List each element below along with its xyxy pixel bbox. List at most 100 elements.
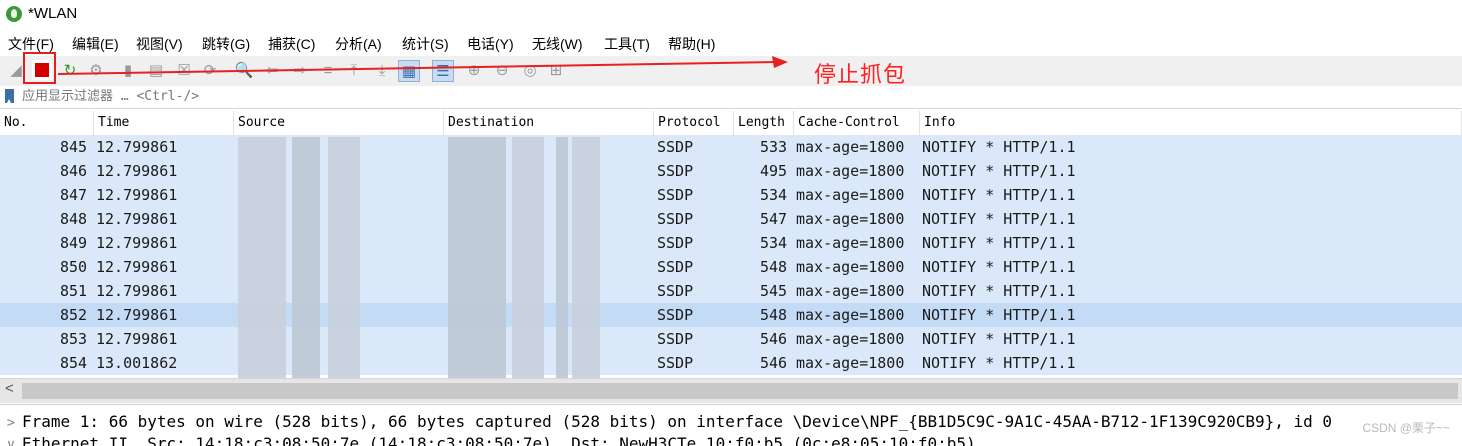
packet-row[interactable]: 845 12.799861 SSDP 533 max-age=1800 NOTIFY * … [0,135,1462,159]
detail-text: Ethernet II, Src: 14:18:c3:08:50:7e (14:… [22,434,976,446]
column-header-length[interactable]: Length [734,111,794,135]
packet-time: 13.001862 [96,354,178,372]
packet-no: 851 [60,282,88,300]
chevron-down-icon[interactable]: ∨ [0,434,22,446]
packet-row[interactable]: 846 12.799861 SSDP 495 max-age=1800 NOTIFY * … [0,159,1462,183]
redacted-address-block [512,137,544,385]
column-header-time[interactable]: Time [94,111,234,135]
horizontal-scrollbar[interactable]: < [0,378,1462,403]
go-forward-icon[interactable]: ⇨ [290,60,310,80]
packet-row[interactable]: 848 12.799861 SSDP 547 max-age=1800 NOTIFY * … [0,207,1462,231]
packet-row[interactable]: 847 12.799861 SSDP 534 max-age=1800 NOTIFY * … [0,183,1462,207]
detail-tree-item[interactable]: ∨ Ethernet II, Src: 14:18:c3:08:50:7e (14… [0,433,976,446]
menu-item-3[interactable]: 跳转(G) [202,34,250,54]
menu-item-5[interactable]: 分析(A) [335,34,382,54]
column-header-source[interactable]: Source [234,111,444,135]
open-file-icon[interactable]: ▮ [118,60,138,80]
close-file-icon[interactable]: ☒ [174,60,194,80]
packet-row[interactable]: 852 12.799861 SSDP 548 max-age=1800 NOTIFY * … [0,303,1462,327]
packet-info: NOTIFY * HTTP/1.1 [922,138,1076,156]
packet-info: NOTIFY * HTTP/1.1 [922,258,1076,276]
zoom-in-icon[interactable]: ⊕ [464,60,484,80]
menu-item-1[interactable]: 编辑(E) [72,34,119,54]
packet-time: 12.799861 [96,186,178,204]
packet-protocol: SSDP [657,330,694,348]
go-to-packet-icon[interactable]: ≡ [318,60,338,80]
go-last-icon[interactable]: ⤓ [372,60,392,80]
menu-item-10[interactable]: 帮助(H) [668,34,715,54]
packet-cache-control: max-age=1800 [796,162,905,180]
menu-item-2[interactable]: 视图(V) [136,34,183,54]
restart-capture-icon[interactable]: ↻ [60,60,80,80]
menu-item-4[interactable]: 捕获(C) [268,34,315,54]
packet-length: 545 [760,282,788,300]
packet-protocol: SSDP [657,354,694,372]
packet-time: 12.799861 [96,210,178,228]
window-title: *WLAN [28,5,78,22]
menu-item-7[interactable]: 电话(Y) [467,34,514,54]
packet-protocol: SSDP [657,138,694,156]
watermark-text: CSDN @栗子~~ [1362,421,1450,435]
packet-info: NOTIFY * HTTP/1.1 [922,186,1076,204]
packet-length: 533 [760,138,788,156]
packet-row[interactable]: 850 12.799861 SSDP 548 max-age=1800 NOTIFY * … [0,255,1462,279]
redacted-address-block [556,137,568,385]
zoom-out-icon[interactable]: ⊖ [492,60,512,80]
capture-options-icon[interactable]: ⚙ [86,60,106,80]
colorize-icon[interactable]: ☰ [432,60,454,82]
redacted-address-block [572,137,600,385]
column-header-cache-control[interactable]: Cache-Control [794,111,920,135]
packet-cache-control: max-age=1800 [796,258,905,276]
packet-info: NOTIFY * HTTP/1.1 [922,210,1076,228]
column-header-protocol[interactable]: Protocol [654,111,734,135]
packet-row[interactable]: 854 13.001862 SSDP 546 max-age=1800 NOTIFY * … [0,351,1462,375]
detail-tree-item[interactable]: > Frame 1: 66 bytes on wire (528 bits), 6… [0,411,1332,433]
zoom-normal-icon[interactable]: ◎ [520,60,540,80]
packet-row[interactable]: 851 12.799861 SSDP 545 max-age=1800 NOTIFY * … [0,279,1462,303]
menu-item-8[interactable]: 无线(W) [532,34,583,54]
display-filter-input[interactable] [18,86,1462,107]
chevron-right-icon[interactable]: > [0,412,22,434]
column-header-destination[interactable]: Destination [444,111,654,135]
packet-info: NOTIFY * HTTP/1.1 [922,354,1076,372]
packet-length: 546 [760,330,788,348]
packet-no: 852 [60,306,88,324]
redacted-address-block [292,137,320,385]
packet-row[interactable]: 853 12.799861 SSDP 546 max-age=1800 NOTIFY * … [0,327,1462,351]
title-bar: *WLAN [0,0,1462,30]
scrollbar-thumb[interactable] [22,383,1458,399]
packet-protocol: SSDP [657,282,694,300]
packet-time: 12.799861 [96,138,178,156]
go-back-icon[interactable]: ⇦ [262,60,282,80]
filter-bookmark-icon[interactable] [5,89,14,103]
column-header-no[interactable]: No. [0,111,94,135]
packet-cache-control: max-age=1800 [796,354,905,372]
packet-time: 12.799861 [96,330,178,348]
scroll-left-arrow-icon[interactable]: < [5,380,14,397]
packet-no: 850 [60,258,88,276]
column-header-info[interactable]: Info [920,111,1462,135]
packet-no: 854 [60,354,88,372]
save-file-icon[interactable]: ▤ [146,60,166,80]
redacted-address-block [448,137,506,385]
auto-scroll-icon[interactable]: ▦ [398,60,420,82]
main-toolbar: ◢ ↻ ⚙ ▮ ▤ ☒ ⟳ 🔍 ⇦ ⇨ ≡ ⤒ ⤓ ▦ ☰ ⊕ ⊖ ◎ ⊞ [0,56,1462,87]
packet-cache-control: max-age=1800 [796,186,905,204]
go-first-icon[interactable]: ⤒ [344,60,364,80]
packet-time: 12.799861 [96,282,178,300]
menu-item-6[interactable]: 统计(S) [402,34,449,54]
packet-no: 847 [60,186,88,204]
menu-item-0[interactable]: 文件(F) [8,34,54,54]
detail-text: Frame 1: 66 bytes on wire (528 bits), 66… [22,412,1333,431]
resize-columns-icon[interactable]: ⊞ [546,60,566,80]
find-packet-icon[interactable]: 🔍 [234,60,254,80]
packet-protocol: SSDP [657,210,694,228]
packet-cache-control: max-age=1800 [796,282,905,300]
packet-protocol: SSDP [657,258,694,276]
display-filter-bar [0,86,1462,109]
menu-bar: 文件(F) 编辑(E) 视图(V) 跳转(G) 捕获(C) 分析(A) 统计(S) 电话(Y)… [0,30,1462,56]
menu-item-9[interactable]: 工具(T) [604,34,650,54]
packet-row[interactable]: 849 12.799861 SSDP 534 max-age=1800 NOTIFY * … [0,231,1462,255]
reload-file-icon[interactable]: ⟳ [200,60,220,80]
packet-info: NOTIFY * HTTP/1.1 [922,162,1076,180]
